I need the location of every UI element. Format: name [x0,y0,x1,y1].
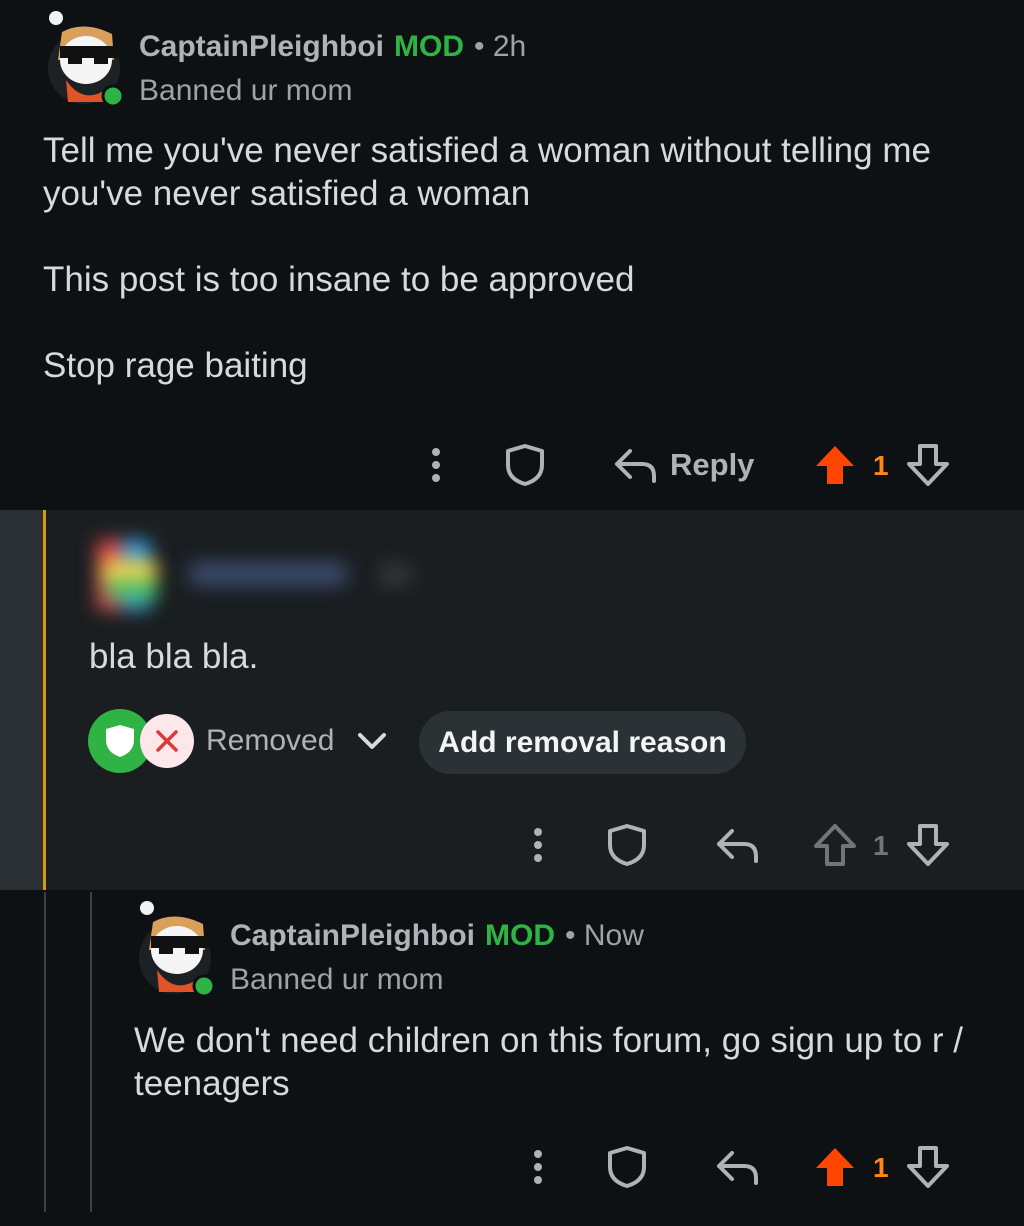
comment-1: CaptainPleighboi MOD • 2h Banned ur mom … [0,0,1024,508]
username[interactable]: CaptainPleighboi [230,919,475,953]
comment-body: Tell me you've never satisfied a woman w… [43,131,931,385]
username [188,562,348,586]
user-avatar [92,530,167,620]
mod-shield-button[interactable] [602,815,652,875]
mod-badge: MOD [394,30,465,63]
shield-icon [608,824,646,866]
downvote-button[interactable] [905,1137,951,1197]
reply-arrow-icon [717,829,758,863]
downvote-button[interactable] [905,815,951,875]
more-vertical-icon [534,1150,542,1184]
user-flair: Banned ur mom [139,74,353,107]
comment-actions: Reply 1 [0,435,1024,495]
upvote-icon [814,824,856,866]
reply-arrow-icon [615,449,656,483]
more-options-button[interactable] [420,435,452,495]
mod-shield-button[interactable] [500,435,550,495]
more-vertical-icon [534,828,542,862]
upvote-button[interactable] [812,815,858,875]
user-avatar[interactable] [135,900,216,998]
timestamp: 1h [378,558,412,591]
downvote-icon [907,824,949,866]
username[interactable]: CaptainPleighboi [139,30,384,64]
removed-label: Removed [206,724,335,757]
vote-count: 1 [873,450,889,481]
mod-shield-icon [106,725,134,757]
comment-actions: 1 [0,1137,1024,1197]
upvote-icon [816,1148,854,1186]
downvote-button[interactable] [905,435,951,495]
upvote-icon [816,446,854,484]
reply-arrow-icon [717,1151,758,1185]
upvote-button[interactable] [812,435,858,495]
more-options-button[interactable] [522,1137,554,1197]
shield-icon [608,1146,646,1188]
timestamp: • 2h [474,30,527,63]
vote-count: 1 [873,1152,889,1183]
reply-button[interactable] [714,815,760,875]
close-icon [156,730,178,752]
upvote-button[interactable] [812,1137,858,1197]
chevron-down-icon [358,733,387,749]
reply-button[interactable]: Reply [612,435,754,495]
more-options-button[interactable] [522,815,554,875]
comment-3: CaptainPleighboi MOD • Now Banned ur mom… [0,892,1024,1226]
vote-count: 1 [873,830,889,861]
comment-body: We don't need children on this forum, go… [134,1021,973,1103]
user-flair: Banned ur mom [230,963,444,996]
shield-icon [506,444,544,486]
removed-status[interactable]: Removed [88,708,388,774]
removed-comment: 1h bla bla bla. Removed Add removal reas… [0,510,1024,890]
removed-badge [140,714,194,768]
comment-body: bla bla bla. [89,637,259,676]
downvote-icon [907,1146,949,1188]
add-removal-reason-button[interactable]: Add removal reason [419,711,746,774]
reply-label: Reply [670,447,755,482]
mod-badge: MOD [485,919,556,952]
comment-actions: 1 [0,815,1024,875]
downvote-icon [907,444,949,486]
timestamp: • Now [565,919,644,952]
reply-button[interactable] [714,1137,760,1197]
user-avatar[interactable] [44,10,125,108]
more-vertical-icon [432,448,440,482]
mod-shield-button[interactable] [602,1137,652,1197]
